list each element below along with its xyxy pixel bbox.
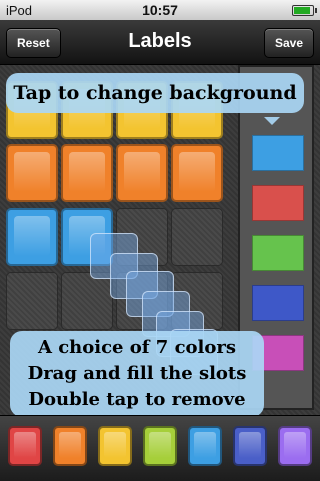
tray-color-tile[interactable] [278,426,312,466]
tray-color-tile[interactable] [53,426,87,466]
tray-color-tile[interactable] [143,426,177,466]
tray-color-tile[interactable] [233,426,267,466]
orange-label-tile[interactable] [171,144,223,202]
empty-slot[interactable] [61,272,113,330]
background-swatch[interactable] [252,135,304,171]
instruction-line: Double tap to remove [28,389,246,410]
save-button[interactable]: Save [263,28,314,58]
blue-label-tile[interactable] [6,208,58,266]
empty-slot[interactable] [171,208,223,266]
tray-color-tile[interactable] [98,426,132,466]
navigation-bar: Reset Labels Save [0,20,320,65]
background-callout: Tap to change background [6,73,304,125]
color-tray [0,415,320,481]
instructions-callout: A choice of 7 colors Drag and fill the s… [10,331,264,429]
instruction-line: Drag and fill the slots [27,363,247,384]
instruction-line: A choice of 7 colors [37,337,237,358]
orange-label-tile[interactable] [6,144,58,202]
background-swatch[interactable] [252,285,304,321]
background-swatch[interactable] [252,235,304,271]
empty-slot[interactable] [6,272,58,330]
tray-color-tile[interactable] [8,426,42,466]
orange-label-tile[interactable] [61,144,113,202]
orange-label-tile[interactable] [116,144,168,202]
status-bar: iPod 10:57 [0,0,320,20]
label-board: Tap to change background A choice of 7 c… [0,65,320,429]
tray-color-tile[interactable] [188,426,222,466]
battery-icon [292,5,317,16]
status-time: 10:57 [142,2,178,18]
background-swatch[interactable] [252,185,304,221]
